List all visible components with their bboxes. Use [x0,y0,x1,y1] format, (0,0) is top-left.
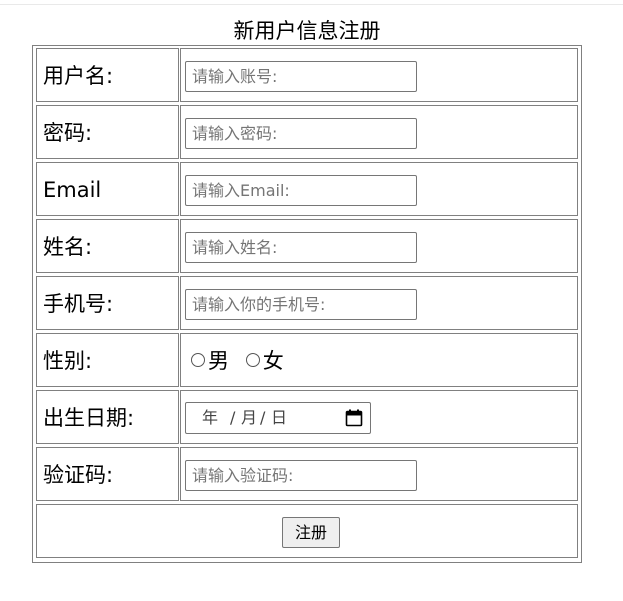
label-cell-captcha: 验证码: [36,447,179,501]
gender-radio-group: 男 女 [191,348,294,374]
input-cell-gender: 男 女 [180,333,578,387]
input-cell-email: 请输入Email: [180,162,578,216]
label-cell-username: 用户名: [36,48,179,102]
gender-label: 性别: [43,349,93,373]
radio-female-label: 女 [262,349,284,373]
date-separator: / [260,408,266,427]
label-cell-password: 密码: [36,105,179,159]
name-label: 姓名: [43,235,93,259]
submit-cell: 注册 [36,504,578,558]
radio-male[interactable] [191,353,205,367]
register-button[interactable]: 注册 [282,517,340,548]
label-cell-phone: 手机号: [36,276,179,330]
password-label: 密码: [43,121,93,145]
phone-label: 手机号: [43,292,114,316]
label-cell-email: Email [36,162,179,216]
date-separator: / [230,408,236,427]
captcha-input[interactable]: 请输入验证码: [185,460,417,491]
input-cell-name: 请输入姓名: [180,219,578,273]
label-cell-name: 姓名: [36,219,179,273]
label-cell-birthdate: 出生日期: [36,390,179,444]
password-input[interactable]: 请输入密码: [185,118,417,149]
label-cell-gender: 性别: [36,333,179,387]
email-input[interactable]: 请输入Email: [185,175,417,206]
input-cell-birthdate: 年 / 月 / 日 [180,390,578,444]
page-title: 新用户信息注册 [233,19,381,43]
input-cell-password: 请输入密码: [180,105,578,159]
input-cell-phone: 请输入你的手机号: [180,276,578,330]
email-label: Email [43,178,102,202]
radio-male-label: 男 [208,349,229,373]
calendar-icon[interactable] [345,409,363,427]
input-cell-captcha: 请输入验证码: [180,447,578,501]
registration-table: 用户名: 请输入账号: 密码: 请输入密码: Email 请输入Email: 姓… [32,45,582,563]
username-label: 用户名: [43,64,114,88]
date-day-segment[interactable]: 日 [271,403,287,433]
input-cell-username: 请输入账号: [180,48,578,102]
captcha-label: 验证码: [43,463,114,487]
date-month-segment[interactable]: 月 [241,403,257,433]
birthdate-label: 出生日期: [43,406,135,430]
top-divider [0,4,623,5]
birthdate-input[interactable]: 年 / 月 / 日 [185,402,371,434]
name-input[interactable]: 请输入姓名: [185,232,417,263]
username-input[interactable]: 请输入账号: [185,61,417,92]
phone-input[interactable]: 请输入你的手机号: [185,289,417,320]
radio-female[interactable] [245,353,260,367]
date-year-segment[interactable]: 年 [202,403,218,433]
